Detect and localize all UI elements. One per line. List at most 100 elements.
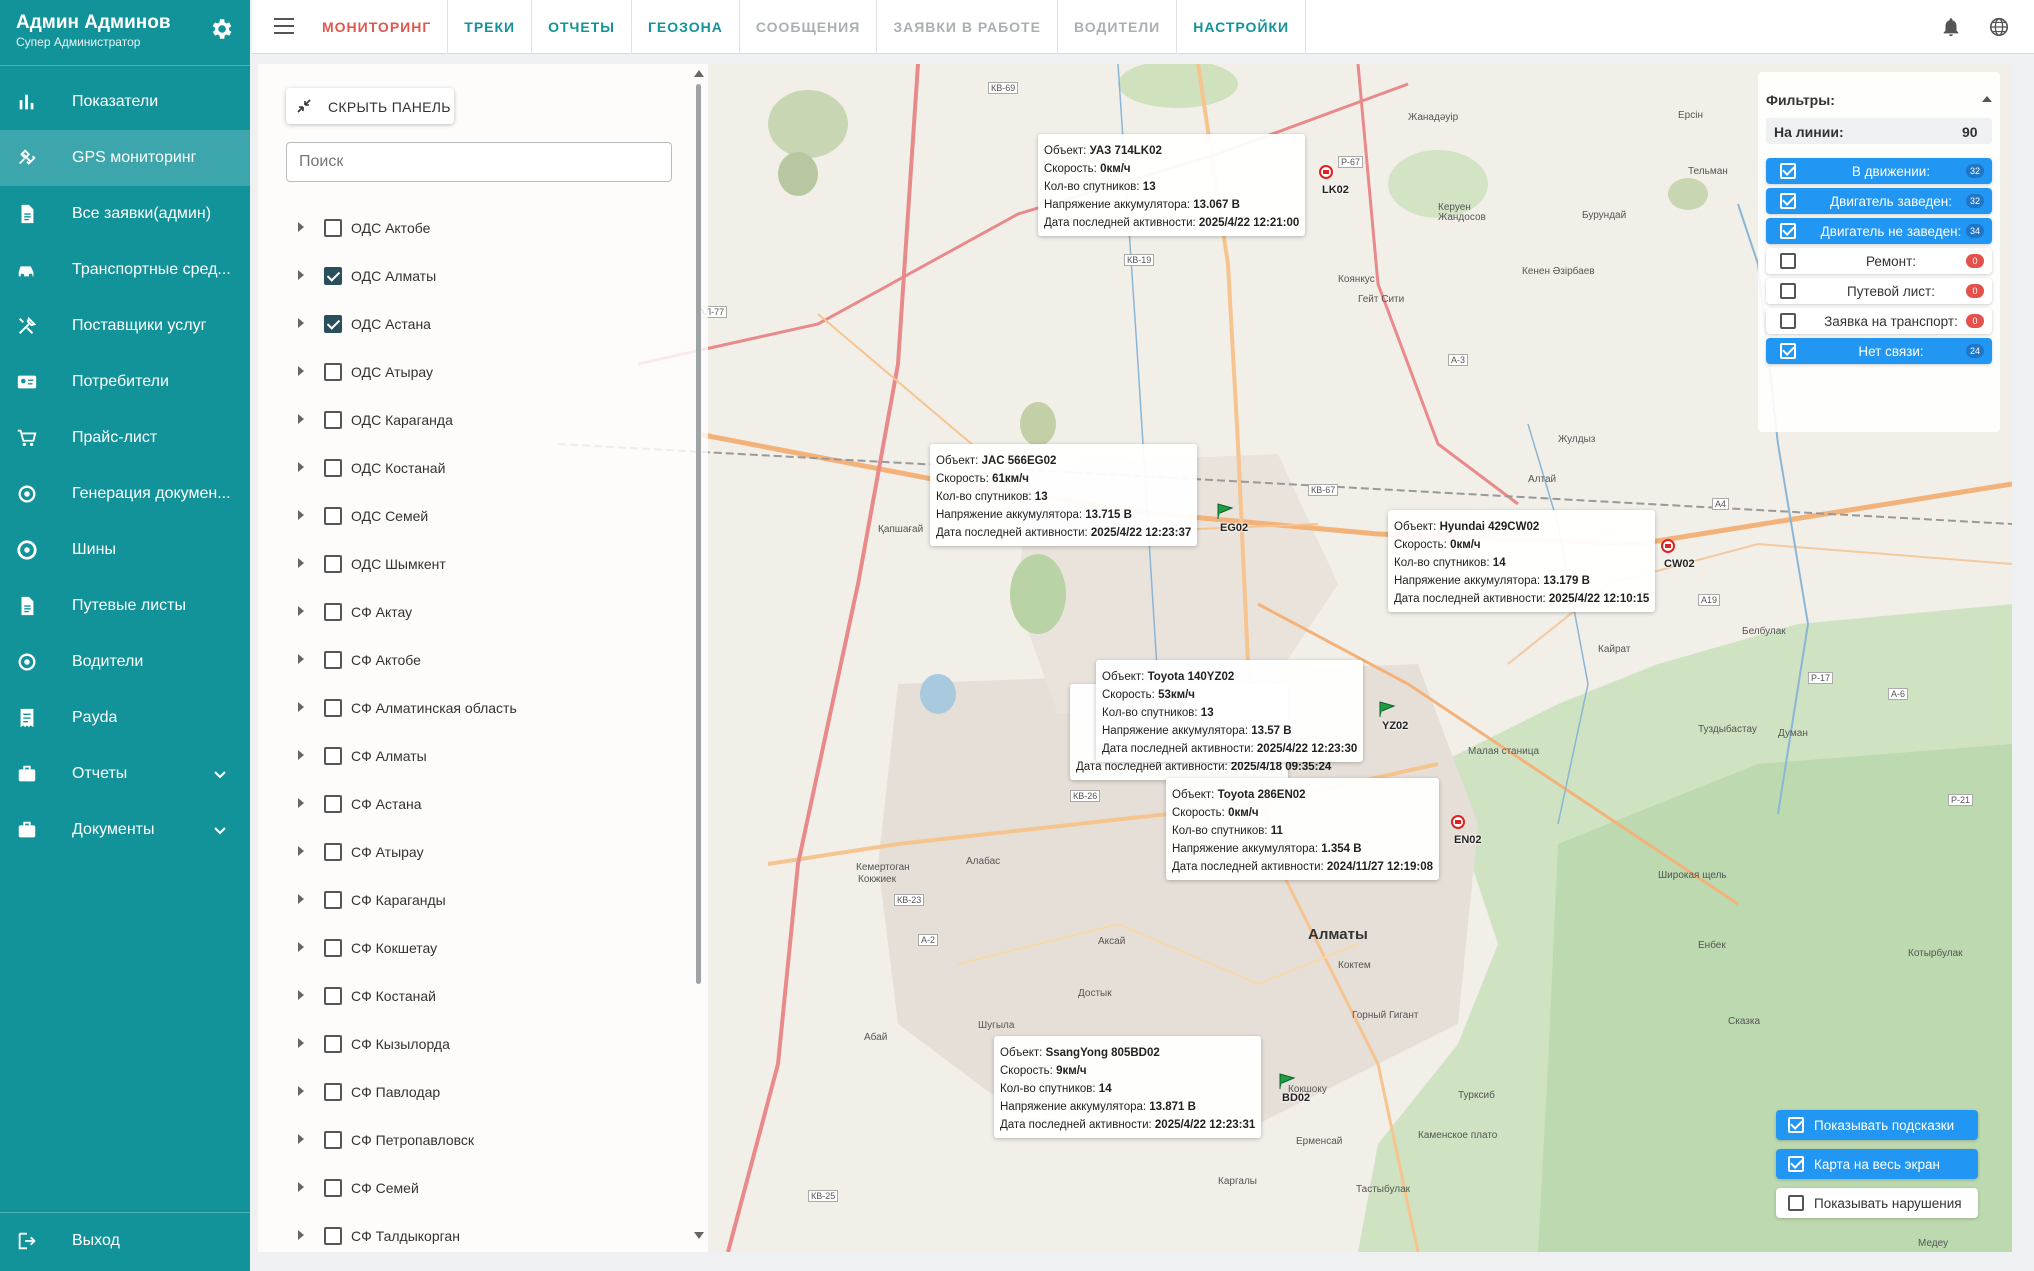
expand-arrow-icon[interactable]	[298, 750, 304, 760]
group-checkbox[interactable]	[324, 795, 342, 813]
group-checkbox[interactable]	[324, 651, 342, 669]
expand-arrow-icon[interactable]	[298, 366, 304, 376]
tab-2[interactable]: ОТЧЕТЫ	[532, 0, 632, 54]
filter-checkbox[interactable]	[1780, 313, 1796, 329]
filter-checkbox[interactable]	[1780, 193, 1796, 209]
group-checkbox[interactable]	[324, 1227, 342, 1245]
sidebar-item-4[interactable]: Поставщики услуг	[0, 298, 250, 354]
vehicle-popup[interactable]: Объект: УАЗ 714LK02 Скорость: 0км/ч Кол-во…	[1038, 134, 1306, 236]
tree-item[interactable]: СФ Астана	[258, 780, 698, 828]
expand-arrow-icon[interactable]	[298, 1230, 304, 1240]
expand-arrow-icon[interactable]	[298, 990, 304, 1000]
moving-flag-icon[interactable]	[1378, 700, 1396, 717]
tree-item[interactable]: СФ Костанай	[258, 972, 698, 1020]
filter-checkbox[interactable]	[1780, 223, 1796, 239]
car-marker-icon[interactable]	[1318, 164, 1333, 179]
tree-item[interactable]: СФ Семей	[258, 1164, 698, 1212]
map-option-toggle[interactable]: Карта на весь экран	[1776, 1149, 1978, 1179]
group-checkbox[interactable]	[324, 603, 342, 621]
sidebar-item-12[interactable]: Отчеты	[0, 746, 250, 802]
gear-icon[interactable]	[208, 16, 234, 42]
tree-item[interactable]: СФ Кокшетау	[258, 924, 698, 972]
sidebar-item-9[interactable]: Путевые листы	[0, 578, 250, 634]
filter-toggle[interactable]: Двигатель не заведен: 34	[1766, 218, 1992, 244]
group-checkbox[interactable]	[324, 1179, 342, 1197]
sidebar-item-5[interactable]: Потребители	[0, 354, 250, 410]
tree-item[interactable]: ОДС Семей	[258, 492, 698, 540]
expand-arrow-icon[interactable]	[298, 1086, 304, 1096]
tree-item[interactable]: СФ Караганды	[258, 876, 698, 924]
expand-arrow-icon[interactable]	[298, 846, 304, 856]
filter-checkbox[interactable]	[1780, 283, 1796, 299]
tree-item[interactable]: СФ Атырау	[258, 828, 698, 876]
tree-item[interactable]: СФ Кызылорда	[258, 1020, 698, 1068]
option-checkbox[interactable]	[1788, 1117, 1804, 1133]
sidebar-item-3[interactable]: Транспортные сред...	[0, 242, 250, 298]
sidebar-item-2[interactable]: Все заявки(админ)	[0, 186, 250, 242]
filter-toggle[interactable]: В движении: 32	[1766, 158, 1992, 184]
expand-arrow-icon[interactable]	[298, 606, 304, 616]
group-checkbox[interactable]	[324, 219, 342, 237]
sidebar-item-7[interactable]: Генерация докумен...	[0, 466, 250, 522]
group-checkbox[interactable]	[324, 843, 342, 861]
filter-toggle[interactable]: Ремонт: 0	[1766, 248, 1992, 274]
tree-item[interactable]: СФ Талдыкорган	[258, 1212, 698, 1252]
car-marker-icon[interactable]	[1660, 538, 1675, 553]
tree-item[interactable]: ОДС Костанай	[258, 444, 698, 492]
map-option-toggle[interactable]: Показывать подсказки	[1776, 1110, 1978, 1140]
expand-arrow-icon[interactable]	[298, 1134, 304, 1144]
map-option-toggle[interactable]: Показывать нарушения	[1776, 1188, 1978, 1218]
expand-arrow-icon[interactable]	[298, 222, 304, 232]
scrollbar-thumb[interactable]	[696, 84, 701, 984]
vehicle-popup[interactable]: Объект: Toyota 140YZ02 Скорость: 53км/ч Ко…	[1096, 660, 1364, 762]
tree-item[interactable]: СФ Петропавловск	[258, 1116, 698, 1164]
tree-item[interactable]: ОДС Астана	[258, 300, 698, 348]
vehicle-popup[interactable]: Объект: SsangYong 805BD02 Скорость: 9км/ч…	[994, 1036, 1262, 1138]
group-checkbox[interactable]	[324, 987, 342, 1005]
group-checkbox[interactable]	[324, 459, 342, 477]
hide-panel-button[interactable]: СКРЫТЬ ПАНЕЛЬ	[286, 88, 454, 124]
vehicle-popup[interactable]: Объект: Toyota 286EN02 Скорость: 0км/ч Кол…	[1166, 778, 1440, 880]
group-checkbox[interactable]	[324, 267, 342, 285]
expand-arrow-icon[interactable]	[298, 318, 304, 328]
filter-toggle[interactable]: Двигатель заведен: 32	[1766, 188, 1992, 214]
scroll-up-arrow[interactable]	[694, 70, 704, 77]
map-view[interactable]: Алматы КВ-69 Р-67 А-3 КВ-19 АЛ-77 КВ-67 А-6 Р-1…	[258, 64, 2012, 1252]
group-checkbox[interactable]	[324, 699, 342, 717]
tree-item[interactable]: СФ Актау	[258, 588, 698, 636]
tab-0[interactable]: МОНИТОРИНГ	[306, 0, 449, 54]
bell-icon[interactable]	[1940, 16, 1962, 38]
chevron-down-icon[interactable]	[212, 822, 228, 838]
group-checkbox[interactable]	[324, 411, 342, 429]
expand-arrow-icon[interactable]	[298, 270, 304, 280]
tab-7[interactable]: НАСТРОЙКИ	[1177, 0, 1307, 54]
expand-arrow-icon[interactable]	[298, 942, 304, 952]
search-input[interactable]	[286, 142, 672, 182]
expand-arrow-icon[interactable]	[298, 414, 304, 424]
tree-item[interactable]: ОДС Шымкент	[258, 540, 698, 588]
tree-item[interactable]: ОДС Караганда	[258, 396, 698, 444]
expand-arrow-icon[interactable]	[298, 1038, 304, 1048]
moving-flag-icon[interactable]	[1278, 1072, 1296, 1089]
sidebar-item-0[interactable]: Показатели	[0, 74, 250, 130]
tree-item[interactable]: ОДС Алматы	[258, 252, 698, 300]
group-checkbox[interactable]	[324, 747, 342, 765]
tree-item[interactable]: СФ Алматы	[258, 732, 698, 780]
expand-arrow-icon[interactable]	[298, 462, 304, 472]
expand-arrow-icon[interactable]	[298, 702, 304, 712]
logout-button[interactable]: Выход	[0, 1212, 250, 1268]
chevron-down-icon[interactable]	[212, 766, 228, 782]
sidebar-item-13[interactable]: Документы	[0, 802, 250, 858]
filter-checkbox[interactable]	[1780, 343, 1796, 359]
filter-checkbox[interactable]	[1780, 253, 1796, 269]
group-checkbox[interactable]	[324, 1083, 342, 1101]
expand-arrow-icon[interactable]	[298, 894, 304, 904]
expand-arrow-icon[interactable]	[298, 510, 304, 520]
tree-item[interactable]: ОДС Актобе	[258, 204, 698, 252]
group-checkbox[interactable]	[324, 507, 342, 525]
group-checkbox[interactable]	[324, 891, 342, 909]
group-checkbox[interactable]	[324, 939, 342, 957]
expand-arrow-icon[interactable]	[298, 1182, 304, 1192]
tree-item[interactable]: СФ Актобе	[258, 636, 698, 684]
tree-item[interactable]: СФ Павлодар	[258, 1068, 698, 1116]
